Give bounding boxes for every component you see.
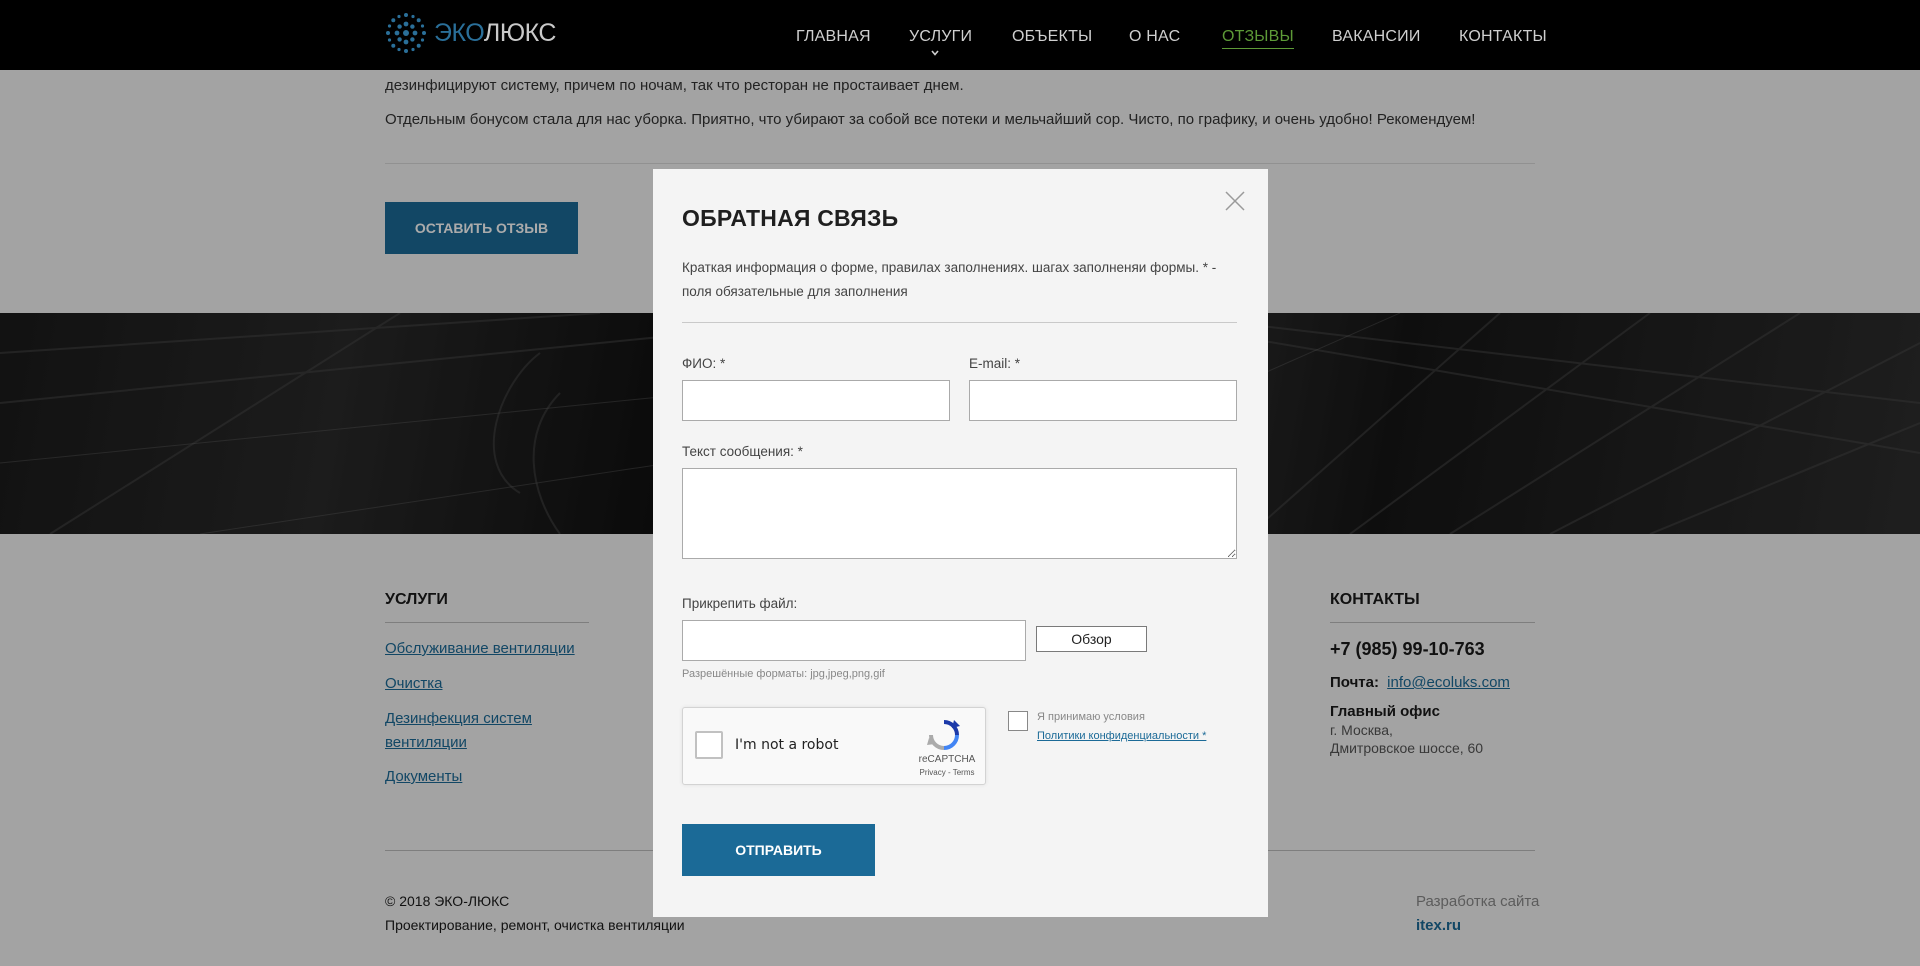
close-icon[interactable]: [1223, 189, 1247, 213]
file-label: Прикрепить файл:: [682, 596, 798, 611]
nav-item-contacts[interactable]: КОНТАКТЫ: [1459, 28, 1547, 46]
recaptcha-label: I'm not a robot: [735, 737, 839, 753]
nav-item-home[interactable]: ГЛАВНАЯ: [796, 28, 871, 46]
nav-item-reviews[interactable]: ОТЗЫВЫ: [1222, 28, 1294, 49]
file-path-field[interactable]: [682, 620, 1026, 661]
recaptcha-terms[interactable]: Privacy - Terms: [917, 768, 977, 777]
chevron-down-icon[interactable]: [930, 48, 940, 58]
message-label: Текст сообщения: *: [682, 444, 803, 459]
nav-item-services[interactable]: УСЛУГИ: [909, 28, 972, 46]
privacy-policy-link[interactable]: Политики конфиденциальности *: [1037, 730, 1206, 742]
privacy-agree-text: Я принимаю условия: [1037, 711, 1145, 723]
nav-item-about[interactable]: О НАС: [1129, 28, 1180, 46]
fio-label: ФИО: *: [682, 356, 726, 371]
site-header: ЭКОЛЮКС ГЛАВНАЯ УСЛУГИ ОБЪЕКТЫ О НАС ОТЗ…: [0, 0, 1920, 70]
nav-item-vacancies[interactable]: ВАКАНСИИ: [1332, 28, 1421, 46]
logo-text: ЭКОЛЮКС: [434, 18, 556, 47]
recaptcha-icon: [927, 720, 960, 750]
allowed-formats: Разрешённые форматы: jpg,jpeg,png,gif: [682, 668, 885, 680]
message-textarea[interactable]: [682, 468, 1237, 559]
recaptcha-brand: reCAPTCHA: [918, 754, 976, 765]
email-field[interactable]: [969, 380, 1237, 421]
site-logo[interactable]: ЭКОЛЮКС: [384, 9, 556, 57]
logo-mark-icon: [386, 13, 426, 53]
submit-button[interactable]: ОТПРАВИТЬ: [682, 824, 875, 876]
fio-field[interactable]: [682, 380, 950, 421]
modal-description: Краткая информация о форме, правилах зап…: [682, 260, 1217, 299]
feedback-modal: ОБРАТНАЯ СВЯЗЬ Краткая информация о форм…: [653, 169, 1268, 917]
recaptcha-checkbox[interactable]: [695, 731, 723, 759]
privacy-checkbox[interactable]: [1008, 711, 1028, 731]
modal-title: ОБРАТНАЯ СВЯЗЬ: [682, 205, 899, 231]
recaptcha-widget: I'm not a robot reCAPTCHA Privacy - Term…: [682, 707, 986, 785]
email-label: E-mail: *: [969, 356, 1021, 371]
nav-item-objects[interactable]: ОБЪЕКТЫ: [1012, 28, 1092, 46]
browse-button[interactable]: Обзор: [1036, 626, 1147, 652]
modal-divider: [682, 322, 1237, 323]
